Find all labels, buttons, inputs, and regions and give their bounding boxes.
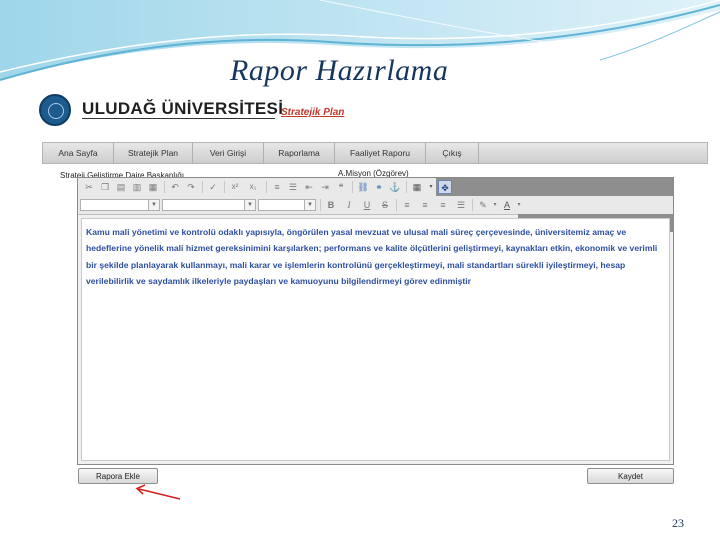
bold-button[interactable]: B (324, 198, 338, 212)
nav-item-faaliyet-raporu[interactable]: Faaliyet Raporu (335, 143, 426, 163)
table-icon[interactable]: ▦ (410, 180, 424, 194)
chevron-down-icon: ▼ (304, 200, 315, 210)
university-name: ULUDAĞ ÜNİVERSİTESİ (82, 99, 284, 118)
underline-button[interactable]: U (360, 198, 374, 212)
editor-toolbar-row-1: ✂ ❐ ▤ ▥ ▦ ↶ ↷ ✓ x² x₁ ≡ ☰ ⇤ ⇥ ❝ ⛓ ⚭ ⚓ ▦ … (78, 178, 673, 197)
move-handle-icon[interactable]: ✥ (438, 180, 452, 194)
font-size-select[interactable]: ▼ (258, 199, 316, 211)
unlink-icon[interactable]: ⚭ (372, 180, 386, 194)
blockquote-icon[interactable]: ❝ (334, 180, 348, 194)
nav-item-raporlama[interactable]: Raporlama (264, 143, 335, 163)
slide-title: Rapor Hazırlama (230, 54, 449, 87)
cut-icon[interactable]: ✂ (82, 180, 96, 194)
style-select[interactable]: ▼ (80, 199, 160, 211)
align-left-icon[interactable]: ≡ (400, 198, 414, 212)
annotation-arrow-icon (135, 484, 181, 500)
slide-number: 23 (672, 516, 684, 530)
font-family-select[interactable]: ▼ (162, 199, 256, 211)
save-button[interactable]: Kaydet (587, 468, 674, 484)
paste-text-icon[interactable]: ▥ (130, 180, 144, 194)
outdent-icon[interactable]: ⇤ (302, 180, 316, 194)
paste-word-icon[interactable]: ▦ (146, 180, 160, 194)
university-logo-icon (39, 94, 71, 126)
university-name-underline (82, 118, 275, 119)
chevron-down-icon: ▼ (244, 200, 255, 210)
align-center-icon[interactable]: ≡ (418, 198, 432, 212)
nav-item-stratejik-plan[interactable]: Stratejik Plan (114, 143, 193, 163)
strategic-plan-link[interactable]: Stratejik Plan (281, 107, 344, 118)
nav-item-ana-sayfa[interactable]: Ana Sayfa (43, 143, 114, 163)
bullet-list-icon[interactable]: ☰ (286, 180, 300, 194)
editor-content-area[interactable]: Kamu mali yönetimi ve kontrolü odaklı ya… (81, 218, 670, 461)
app-header: ULUDAĞ ÜNİVERSİTESİ Stratejik Plan (35, 91, 716, 129)
link-icon[interactable]: ⛓ (356, 180, 370, 194)
indent-icon[interactable]: ⇥ (318, 180, 332, 194)
rich-text-editor: ✂ ❐ ▤ ▥ ▦ ↶ ↷ ✓ x² x₁ ≡ ☰ ⇤ ⇥ ❝ ⛓ ⚭ ⚓ ▦ … (77, 177, 674, 465)
main-navigation: Ana Sayfa Stratejik Plan Veri Girişi Rap… (42, 142, 708, 164)
undo-icon[interactable]: ↶ (168, 180, 182, 194)
strikethrough-button[interactable]: S (378, 198, 392, 212)
spellcheck-icon[interactable]: ✓ (206, 180, 220, 194)
italic-button[interactable]: I (342, 198, 356, 212)
subscript-button[interactable]: x₁ (246, 180, 260, 194)
chevron-down-icon: ▼ (148, 200, 159, 210)
copy-icon[interactable]: ❐ (98, 180, 112, 194)
nav-item-cikis[interactable]: Çıkış (426, 143, 479, 163)
align-right-icon[interactable]: ≡ (436, 198, 450, 212)
anchor-icon[interactable]: ⚓ (388, 180, 402, 194)
toolbar-dark-area: ✥ (436, 178, 673, 196)
superscript-button[interactable]: x² (228, 180, 242, 194)
font-color-dropdown-chevron-down-icon[interactable]: ▾ (512, 198, 526, 212)
align-justify-icon[interactable]: ☰ (454, 198, 468, 212)
nav-item-veri-girisi[interactable]: Veri Girişi (193, 143, 264, 163)
numbered-list-icon[interactable]: ≡ (270, 180, 284, 194)
embedded-app-screenshot: ULUDAĞ ÜNİVERSİTESİ Stratejik Plan Ana S… (35, 91, 716, 494)
editor-toolbar-row-2: ▼ ▼ ▼ B I U S ≡ ≡ ≡ ☰ ✎ ▾ A ▾ (78, 196, 673, 232)
editor-text: Kamu mali yönetimi ve kontrolü odaklı ya… (86, 227, 658, 287)
redo-icon[interactable]: ↷ (184, 180, 198, 194)
paste-icon[interactable]: ▤ (114, 180, 128, 194)
